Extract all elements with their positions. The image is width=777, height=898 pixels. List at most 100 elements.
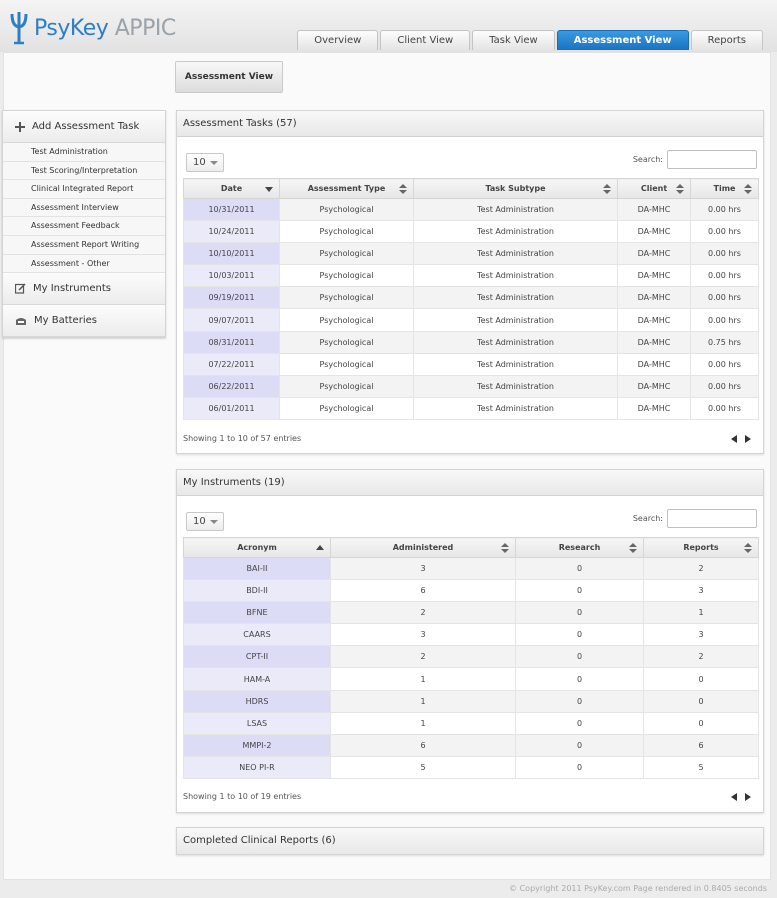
table-row[interactable]: HDRS 1 0 0	[183, 689, 759, 713]
assessment-tasks-title: Assessment Tasks (57)	[177, 111, 763, 137]
add-assessment-task-button[interactable]: Add Assessment Task	[3, 111, 165, 143]
tab-reports[interactable]: Reports	[690, 30, 763, 50]
table-row[interactable]: 09/19/2011 Psychological Test Administrati…	[183, 286, 759, 310]
table-row[interactable]: 09/07/2011 Psychological Test Administrati…	[183, 308, 759, 332]
instrument-cell: 1	[643, 601, 759, 625]
task-cell: Test Administration	[413, 330, 618, 354]
tab-overview[interactable]: Overview	[297, 30, 379, 50]
sidebar-item-assessment-report-writing[interactable]: Assessment Report Writing	[3, 235, 165, 255]
col-header-client[interactable]: Client	[617, 178, 691, 199]
table-row[interactable]: CPT-II 2 0 2	[183, 645, 759, 669]
previous-page-icon[interactable]	[727, 434, 741, 444]
table-row[interactable]: MMPI-2 6 0 6	[183, 733, 759, 757]
instrument-cell: 3	[330, 623, 516, 647]
table-row[interactable]: BAI-II 3 0 2	[183, 556, 759, 581]
task-cell: 06/01/2011	[183, 396, 280, 420]
plus-icon	[15, 121, 25, 132]
instruments-search-label: Search:	[632, 514, 663, 523]
table-row[interactable]: NEO PI-R 5 0 5	[183, 755, 759, 779]
col-header-time[interactable]: Time	[690, 178, 759, 199]
table-row[interactable]: 06/22/2011 Psychological Test Administrati…	[183, 374, 759, 398]
table-row[interactable]: 07/22/2011 Psychological Test Administrati…	[183, 352, 759, 376]
task-cell: Psychological	[279, 264, 414, 288]
instrument-cell: BDI-II	[183, 579, 331, 603]
task-cell: Psychological	[279, 197, 414, 222]
instrument-cell: 5	[643, 755, 759, 779]
table-row[interactable]: CAARS 3 0 3	[183, 623, 759, 647]
task-cell: Test Administration	[413, 220, 618, 244]
table-row[interactable]: BDI-II 6 0 3	[183, 579, 759, 603]
instruments-search-input[interactable]	[667, 509, 757, 528]
instrument-cell: 0	[643, 667, 759, 691]
instrument-cell: 0	[515, 601, 644, 625]
sort-both-icon	[744, 184, 752, 194]
tab-assessment-view[interactable]: Assessment View	[556, 30, 689, 50]
sidebar-item-assessment-interview[interactable]: Assessment Interview	[3, 198, 165, 218]
sidebar-item-my-instruments[interactable]: My Instruments	[3, 273, 165, 306]
col-header-research[interactable]: Research	[515, 537, 644, 558]
app-logo[interactable]: PsyKey APPIC	[8, 8, 176, 48]
table-row[interactable]: 06/01/2011 Psychological Test Administrati…	[183, 396, 759, 420]
sidebar-item-test-administration[interactable]: Test Administration	[3, 143, 165, 162]
col-header-assessment-type[interactable]: Assessment Type	[279, 178, 414, 199]
tasks-search-input[interactable]	[667, 150, 757, 169]
task-cell: Psychological	[279, 374, 414, 398]
my-instruments-panel: My Instruments (19) 10 Search: Acronym A…	[176, 469, 764, 813]
col-header-date[interactable]: Date	[183, 178, 280, 199]
table-row[interactable]: 10/31/2011 Psychological Test Administrati…	[183, 197, 759, 222]
next-page-icon[interactable]	[741, 792, 755, 802]
table-row[interactable]: HAM-A 1 0 0	[183, 667, 759, 691]
table-row[interactable]: 10/03/2011 Psychological Test Administrati…	[183, 264, 759, 288]
task-cell: 0.00 hrs	[690, 396, 759, 420]
task-cell: DA-MHC	[617, 330, 691, 354]
instrument-cell: HDRS	[183, 689, 331, 713]
table-row[interactable]: LSAS 1 0 0	[183, 711, 759, 735]
task-cell: 10/31/2011	[183, 197, 280, 222]
tasks-page-length-select[interactable]: 10	[186, 153, 224, 172]
instrument-cell: CAARS	[183, 623, 331, 647]
instrument-cell: 2	[330, 601, 516, 625]
task-cell: Test Administration	[413, 197, 618, 222]
assessment-view-button[interactable]: Assessment View	[175, 61, 283, 93]
next-page-icon[interactable]	[741, 434, 755, 444]
sidebar-item-clinical-integrated-report[interactable]: Clinical Integrated Report	[3, 180, 165, 199]
table-row[interactable]: 08/31/2011 Psychological Test Administrati…	[183, 330, 759, 354]
sidebar-item-test-scoring[interactable]: Test Scoring/Interpretation	[3, 161, 165, 181]
instrument-cell: 0	[515, 711, 644, 735]
tab-task-view[interactable]: Task View	[472, 30, 555, 50]
instrument-cell: 0	[515, 689, 644, 713]
instrument-cell: LSAS	[183, 711, 331, 735]
task-cell: DA-MHC	[617, 396, 691, 420]
col-header-administered[interactable]: Administered	[330, 537, 516, 558]
task-cell: Psychological	[279, 308, 414, 332]
assessment-tasks-body: 10/31/2011 Psychological Test Administrati…	[183, 197, 759, 420]
tab-client-view[interactable]: Client View	[380, 30, 471, 50]
completed-clinical-reports-panel[interactable]: Completed Clinical Reports (6)	[176, 827, 764, 855]
assessment-tasks-table: Date Assessment Type Task Subtype Client…	[183, 178, 759, 420]
previous-page-icon[interactable]	[727, 792, 741, 802]
task-cell: Psychological	[279, 396, 414, 420]
instrument-cell: BAI-II	[183, 556, 331, 581]
task-cell: Test Administration	[413, 374, 618, 398]
task-cell: 10/10/2011	[183, 242, 280, 266]
sidebar-item-my-batteries[interactable]: My Batteries	[3, 305, 165, 338]
sidebar-item-assessment-other[interactable]: Assessment - Other	[3, 254, 165, 274]
instrument-cell: 3	[643, 623, 759, 647]
instruments-page-length-select[interactable]: 10	[186, 512, 224, 531]
logo-subname: APPIC	[114, 15, 176, 41]
instrument-cell: 3	[643, 579, 759, 603]
task-cell: 0.00 hrs	[690, 197, 759, 222]
sidebar: Add Assessment Task Test Administration …	[2, 110, 166, 338]
col-header-task-subtype[interactable]: Task Subtype	[413, 178, 618, 199]
task-cell: Psychological	[279, 352, 414, 376]
sidebar-item-assessment-feedback[interactable]: Assessment Feedback	[3, 217, 165, 236]
col-header-reports[interactable]: Reports	[643, 537, 759, 558]
table-row[interactable]: BFNE 2 0 1	[183, 601, 759, 625]
task-cell: Test Administration	[413, 352, 618, 376]
task-cell: 10/03/2011	[183, 264, 280, 288]
table-row[interactable]: 10/24/2011 Psychological Test Administrati…	[183, 220, 759, 244]
table-row[interactable]: 10/10/2011 Psychological Test Administrati…	[183, 242, 759, 266]
col-header-acronym[interactable]: Acronym	[183, 537, 331, 558]
instrument-cell: 0	[515, 645, 644, 669]
task-cell: 06/22/2011	[183, 374, 280, 398]
